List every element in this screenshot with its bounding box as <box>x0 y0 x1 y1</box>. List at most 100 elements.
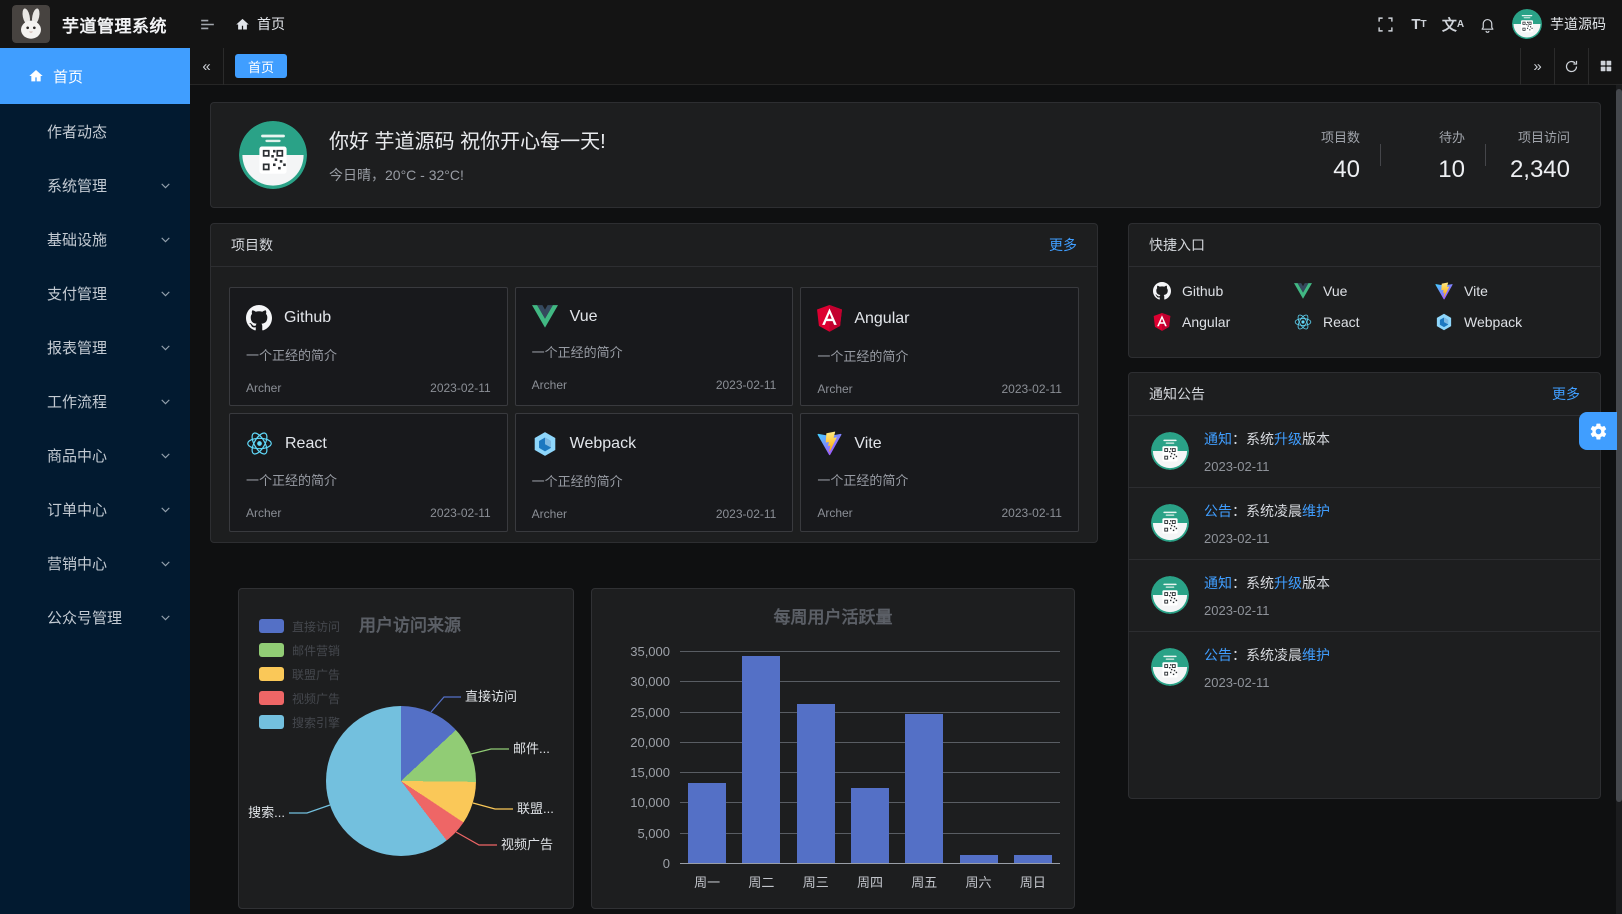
shortcut-vite[interactable]: Vite <box>1435 282 1576 300</box>
sidebar-item-7[interactable]: 商品中心 <box>0 428 190 482</box>
stat-value: 10 <box>1401 156 1465 184</box>
project-desc: 一个正经的简介 <box>246 345 491 364</box>
layout-grid-button[interactable] <box>1588 48 1622 85</box>
fold-icon[interactable] <box>195 12 219 36</box>
bar-周二 <box>742 656 780 863</box>
bar-x-label: 周日 <box>1006 872 1060 891</box>
shortcut-label: Github <box>1182 283 1223 299</box>
user-menu[interactable]: 芋道源码 <box>1512 9 1606 39</box>
project-author: Archer <box>532 507 567 521</box>
shortcut-label: Vite <box>1464 283 1488 299</box>
sidebar-item-6[interactable]: 工作流程 <box>0 374 190 428</box>
pie-chart-card: 用户访问来源 直接访问邮件营销联盟广告视频广告搜索引擎 直接访问 邮件... 联… <box>238 588 574 909</box>
home-icon <box>28 68 44 84</box>
bar-x-label: 周五 <box>897 872 951 891</box>
notice-item-4[interactable]: 公告：系统凌晨维护 2023-02-11 <box>1129 631 1600 703</box>
notice-item-2[interactable]: 公告：系统凌晨维护2023-02-11 <box>1129 487 1600 559</box>
legend-item-1[interactable]: 直接访问 <box>259 614 340 638</box>
project-card-webpack[interactable]: Webpack一个正经的简介Archer2023-02-11 <box>515 413 794 532</box>
shortcut-label: Webpack <box>1464 314 1522 330</box>
refresh-button[interactable] <box>1554 48 1588 85</box>
legend-item-2[interactable]: 邮件营销 <box>259 638 340 662</box>
notice-item-date: 2023-02-11 <box>1204 675 1330 690</box>
sidebar-item-5[interactable]: 报表管理 <box>0 320 190 374</box>
legend-label: 联盟广告 <box>292 666 340 683</box>
bar-y-tick: 10,000 <box>600 795 670 810</box>
github-icon <box>246 305 272 331</box>
vue-icon <box>532 305 558 328</box>
react-icon <box>246 431 273 456</box>
shortcut-vue[interactable]: Vue <box>1294 282 1435 300</box>
webpack-icon <box>1435 313 1453 331</box>
bell-icon[interactable] <box>1470 0 1504 48</box>
sidebar-item-home[interactable]: 首页 <box>0 48 190 104</box>
bar-y-tick: 0 <box>600 856 670 871</box>
app-title: 芋道管理系统 <box>62 12 167 37</box>
project-card-vite[interactable]: Vite一个正经的简介Archer2023-02-11 <box>800 413 1079 532</box>
chevron-down-icon <box>159 557 172 570</box>
project-card-react[interactable]: React一个正经的简介Archer2023-02-11 <box>229 413 508 532</box>
project-card-vue[interactable]: Vue一个正经的简介Archer2023-02-11 <box>515 287 794 406</box>
bar-gridline <box>680 863 1060 864</box>
breadcrumb[interactable]: 首页 <box>235 14 285 34</box>
notice-item-date: 2023-02-11 <box>1204 531 1330 546</box>
bar-y-tick: 5,000 <box>600 826 670 841</box>
notice-avatar <box>1151 504 1189 542</box>
sidebar-item-2[interactable]: 系统管理 <box>0 158 190 212</box>
sidebar-item-1[interactable]: 作者动态 <box>0 104 190 158</box>
bar-x-label: 周三 <box>789 872 843 891</box>
notice-item-date: 2023-02-11 <box>1204 459 1330 474</box>
chevron-down-icon <box>159 611 172 624</box>
legend-item-3[interactable]: 联盟广告 <box>259 662 340 686</box>
sidebar: 首页作者动态系统管理基础设施支付管理报表管理工作流程商品中心订单中心营销中心公众… <box>0 48 190 914</box>
shortcut-react[interactable]: React <box>1294 313 1435 331</box>
notice-avatar <box>1151 648 1189 686</box>
legend-item-4[interactable]: 视频广告 <box>259 686 340 710</box>
notice-item-1[interactable]: 通知：系统升级版本 2023-02-11 <box>1129 416 1600 487</box>
project-card-angular[interactable]: Angular一个正经的简介Archer2023-02-11 <box>800 287 1079 406</box>
vite-icon <box>817 431 842 456</box>
notice-more-link[interactable]: 更多 <box>1552 384 1580 404</box>
project-name: Vue <box>570 308 598 326</box>
notice-item-date: 2023-02-11 <box>1204 603 1330 618</box>
sidebar-item-3[interactable]: 基础设施 <box>0 212 190 266</box>
pie-callout-label: 邮件... <box>513 741 550 756</box>
sidebar-item-label: 报表管理 <box>47 337 107 358</box>
project-author: Archer <box>246 506 281 520</box>
stat-label: 待办 <box>1401 127 1465 146</box>
shortcut-label: Vue <box>1323 283 1347 299</box>
collapse-tabs-left-button[interactable]: « <box>190 48 224 85</box>
shortcut-github[interactable]: Github <box>1153 282 1294 300</box>
notice-item-3[interactable]: 通知：系统升级版本2023-02-11 <box>1129 559 1600 631</box>
legend-item-5[interactable]: 搜索引擎 <box>259 710 340 734</box>
tab-home[interactable]: 首页 <box>235 54 287 78</box>
pie-chart-title: 用户访问来源 <box>359 611 461 636</box>
sidebar-item-4[interactable]: 支付管理 <box>0 266 190 320</box>
legend-swatch <box>259 667 284 681</box>
sidebar-item-9[interactable]: 营销中心 <box>0 536 190 590</box>
weather-text: 今日晴，20°C - 32°C! <box>329 165 606 185</box>
sidebar-item-8[interactable]: 订单中心 <box>0 482 190 536</box>
legend-swatch <box>259 715 284 729</box>
bar-周三 <box>797 704 835 863</box>
chevron-down-icon <box>159 503 172 516</box>
app-logo[interactable] <box>12 5 50 43</box>
language-icon[interactable]: 文A <box>1436 0 1470 48</box>
sidebar-item-label: 营销中心 <box>47 553 107 574</box>
bar-周五 <box>905 714 943 863</box>
scroll-tabs-right-button[interactable]: » <box>1520 48 1554 85</box>
project-desc: 一个正经的简介 <box>817 346 1062 365</box>
shortcut-angular[interactable]: Angular <box>1153 313 1294 331</box>
settings-fab[interactable] <box>1579 412 1617 450</box>
fullscreen-icon[interactable] <box>1368 0 1402 48</box>
shortcut-webpack[interactable]: Webpack <box>1435 313 1576 331</box>
projects-more-link[interactable]: 更多 <box>1049 235 1077 255</box>
project-author: Archer <box>817 382 852 396</box>
github-icon <box>1153 282 1171 300</box>
font-size-icon[interactable]: TT <box>1402 0 1436 48</box>
notice-item-title: 公告：系统凌晨维护 <box>1204 646 1330 665</box>
sidebar-item-10[interactable]: 公众号管理 <box>0 590 190 644</box>
notice-item-title: 通知：系统升级版本 <box>1204 430 1330 449</box>
project-card-github[interactable]: Github一个正经的简介Archer2023-02-11 <box>229 287 508 406</box>
bar-x-label: 周一 <box>680 872 734 891</box>
